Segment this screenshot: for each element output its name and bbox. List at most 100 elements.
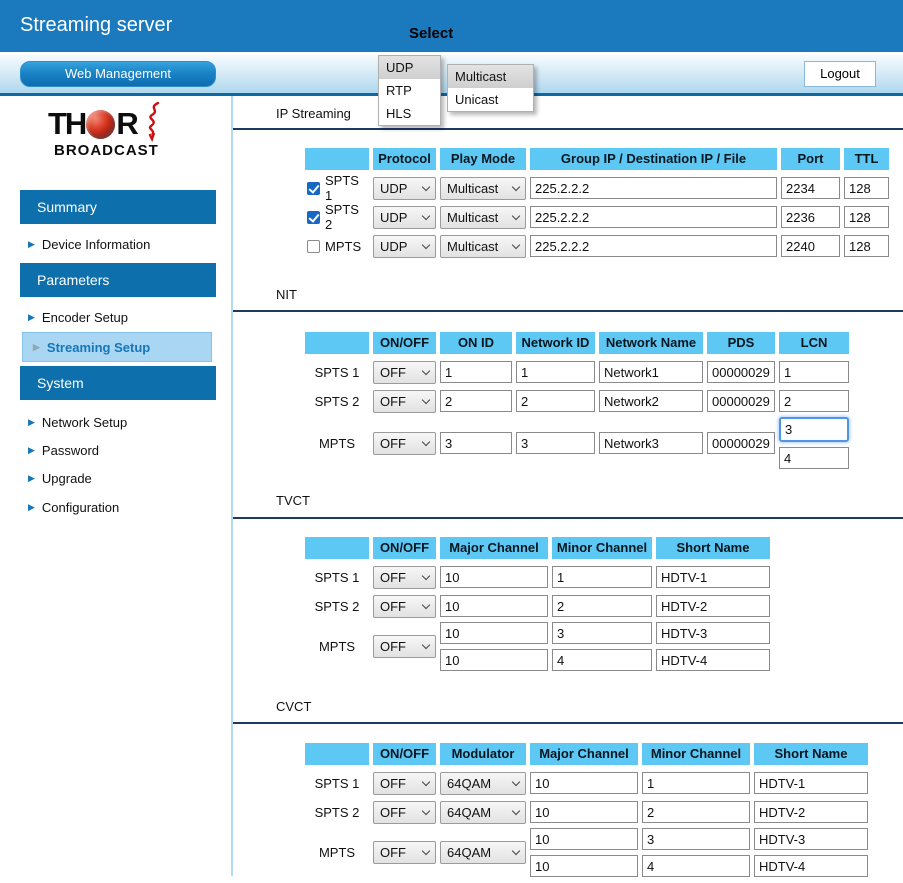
- ttl-input[interactable]: [844, 235, 889, 257]
- sidebar-section-parameters[interactable]: Parameters: [20, 263, 216, 297]
- major-channel-input[interactable]: [530, 828, 638, 850]
- minor-channel-input[interactable]: [552, 622, 652, 644]
- section-divider: [233, 517, 903, 519]
- short-name-input[interactable]: [656, 595, 770, 617]
- on-id-input[interactable]: [440, 390, 512, 412]
- protocol-select[interactable]: UDP: [373, 206, 436, 229]
- protocol-select[interactable]: UDP: [373, 177, 436, 200]
- ip-streaming-table: Protocol Play Mode Group IP / Destinatio…: [305, 148, 889, 262]
- play-mode-select[interactable]: Multicast: [440, 177, 526, 200]
- network-id-input[interactable]: [516, 361, 595, 383]
- minor-channel-input[interactable]: [552, 595, 652, 617]
- network-name-input[interactable]: [599, 390, 703, 412]
- minor-channel-input[interactable]: [642, 828, 750, 850]
- minor-channel-input[interactable]: [642, 855, 750, 877]
- onoff-select[interactable]: OFF: [373, 361, 436, 384]
- sidebar-item-network-setup[interactable]: ▶ Network Setup: [28, 412, 127, 432]
- major-channel-input[interactable]: [530, 801, 638, 823]
- group-ip-input[interactable]: [530, 235, 777, 257]
- major-channel-input[interactable]: [530, 772, 638, 794]
- short-name-input[interactable]: [656, 566, 770, 588]
- short-name-input[interactable]: [656, 622, 770, 644]
- mpts-checkbox[interactable]: [307, 240, 320, 253]
- play-mode-select[interactable]: Multicast: [440, 206, 526, 229]
- chevron-down-icon: [512, 777, 520, 785]
- short-name-input[interactable]: [754, 772, 868, 794]
- short-name-input[interactable]: [754, 855, 868, 877]
- major-channel-input[interactable]: [440, 566, 548, 588]
- on-id-input[interactable]: [440, 432, 512, 454]
- chevron-down-icon: [512, 806, 520, 814]
- dropdown-option-udp[interactable]: UDP: [379, 56, 440, 79]
- protocol-select[interactable]: UDP: [373, 235, 436, 258]
- sidebar-item-upgrade[interactable]: ▶ Upgrade: [28, 468, 92, 488]
- sidebar-section-system[interactable]: System: [20, 366, 216, 400]
- network-name-input[interactable]: [599, 432, 703, 454]
- lcn-input[interactable]: [779, 447, 849, 469]
- spts2-checkbox[interactable]: [307, 211, 320, 224]
- sidebar-item-configuration[interactable]: ▶ Configuration: [28, 497, 119, 517]
- spts1-checkbox[interactable]: [307, 182, 320, 195]
- onoff-select[interactable]: OFF: [373, 432, 436, 455]
- minor-channel-input[interactable]: [642, 772, 750, 794]
- network-id-input[interactable]: [516, 432, 595, 454]
- lcn-input[interactable]: [779, 390, 849, 412]
- chevron-down-icon: [422, 437, 430, 445]
- modulator-select[interactable]: 64QAM: [440, 841, 526, 864]
- short-name-input[interactable]: [754, 828, 868, 850]
- minor-channel-input[interactable]: [552, 649, 652, 671]
- group-ip-input[interactable]: [530, 177, 777, 199]
- select-label: Select: [409, 25, 453, 42]
- chevron-down-icon: [512, 182, 520, 190]
- sidebar-item-password[interactable]: ▶ Password: [28, 440, 99, 460]
- network-id-input[interactable]: [516, 390, 595, 412]
- pds-input[interactable]: [707, 361, 775, 383]
- chevron-down-icon: [422, 211, 430, 219]
- major-channel-input[interactable]: [440, 622, 548, 644]
- lcn-input-focused[interactable]: [779, 417, 849, 442]
- play-mode-select[interactable]: Multicast: [440, 235, 526, 258]
- lcn-input[interactable]: [779, 361, 849, 383]
- onoff-select[interactable]: OFF: [373, 390, 436, 413]
- onoff-select[interactable]: OFF: [373, 635, 436, 658]
- modulator-select[interactable]: 64QAM: [440, 772, 526, 795]
- sidebar-item-streaming-setup[interactable]: ▶ Streaming Setup: [22, 332, 212, 362]
- onoff-select[interactable]: OFF: [373, 595, 436, 618]
- sidebar-item-encoder-setup[interactable]: ▶ Encoder Setup: [28, 307, 128, 327]
- table-row: SPTS 1 OFF 64QAM: [305, 770, 868, 796]
- web-management-button[interactable]: Web Management: [20, 61, 216, 87]
- ttl-input[interactable]: [844, 206, 889, 228]
- short-name-input[interactable]: [754, 801, 868, 823]
- dropdown-option-multicast[interactable]: Multicast: [448, 65, 533, 88]
- minor-channel-input[interactable]: [552, 566, 652, 588]
- onoff-select[interactable]: OFF: [373, 566, 436, 589]
- minor-channel-input[interactable]: [642, 801, 750, 823]
- section-divider: [233, 310, 903, 312]
- ttl-input[interactable]: [844, 177, 889, 199]
- section-divider: [233, 128, 903, 130]
- onoff-select[interactable]: OFF: [373, 772, 436, 795]
- port-input[interactable]: [781, 206, 840, 228]
- network-name-input[interactable]: [599, 361, 703, 383]
- dropdown-option-unicast[interactable]: Unicast: [448, 88, 533, 111]
- port-input[interactable]: [781, 235, 840, 257]
- major-channel-input[interactable]: [440, 649, 548, 671]
- onoff-select[interactable]: OFF: [373, 801, 436, 824]
- major-channel-input[interactable]: [530, 855, 638, 877]
- pds-input[interactable]: [707, 432, 775, 454]
- short-name-input[interactable]: [656, 649, 770, 671]
- on-id-input[interactable]: [440, 361, 512, 383]
- modulator-select[interactable]: 64QAM: [440, 801, 526, 824]
- sidebar-section-summary[interactable]: Summary: [20, 190, 216, 224]
- dropdown-option-rtp[interactable]: RTP: [379, 79, 440, 102]
- major-channel-input[interactable]: [440, 595, 548, 617]
- group-ip-input[interactable]: [530, 206, 777, 228]
- logout-button[interactable]: Logout: [804, 61, 876, 87]
- triangle-right-icon: ▶: [28, 473, 35, 484]
- onoff-select[interactable]: OFF: [373, 841, 436, 864]
- table-header-row: ON/OFF ON ID Network ID Network Name PDS…: [305, 332, 849, 354]
- dropdown-option-hls[interactable]: HLS: [379, 102, 440, 125]
- port-input[interactable]: [781, 177, 840, 199]
- sidebar-item-device-information[interactable]: ▶ Device Information: [28, 234, 150, 254]
- pds-input[interactable]: [707, 390, 775, 412]
